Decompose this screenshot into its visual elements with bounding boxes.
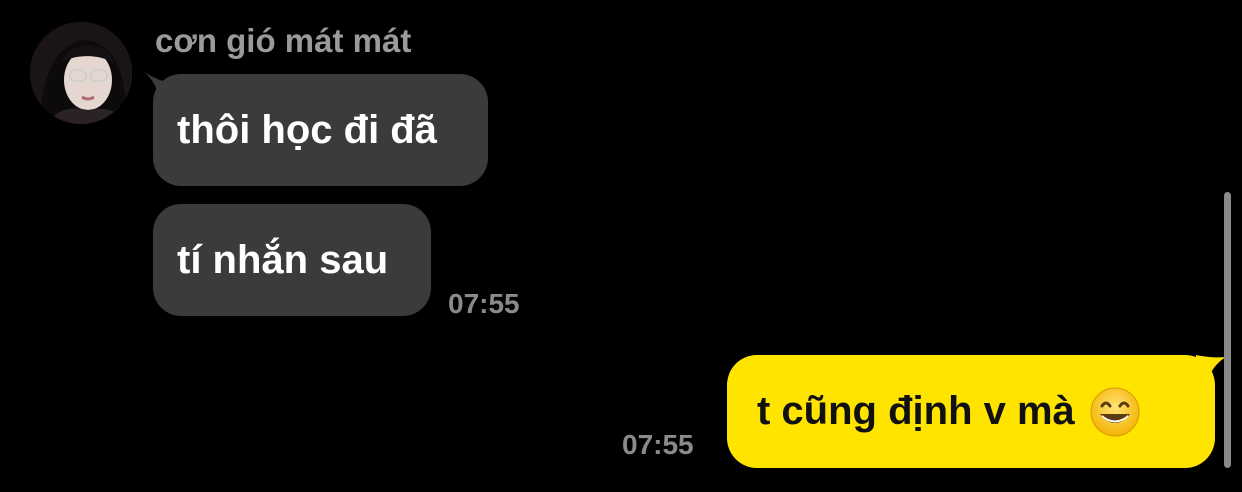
incoming-message-bubble[interactable]: tí nhắn sau xyxy=(153,204,431,316)
message-timestamp: 07:55 xyxy=(622,429,694,460)
incoming-message-bubble[interactable]: thôi học đi đã xyxy=(153,74,488,186)
outgoing-bubble-tail xyxy=(1196,355,1226,389)
grinning-face-emoji-icon xyxy=(1089,386,1141,438)
message-text: tí nhắn sau xyxy=(177,237,389,282)
avatar-photo-icon xyxy=(30,22,132,124)
message-text: t cũng định v mà xyxy=(757,389,1075,433)
message-timestamp: 07:55 xyxy=(448,288,520,319)
avatar[interactable] xyxy=(30,22,132,124)
sender-name: cơn gió mát mát xyxy=(155,22,412,59)
outgoing-message-bubble[interactable]: t cũng định v mà xyxy=(727,355,1215,468)
chat-view: cơn gió mát mát thôi học đi đã tí nhắn s… xyxy=(0,0,1242,492)
scrollbar[interactable] xyxy=(1224,192,1231,468)
message-text: thôi học đi đã xyxy=(177,107,437,152)
